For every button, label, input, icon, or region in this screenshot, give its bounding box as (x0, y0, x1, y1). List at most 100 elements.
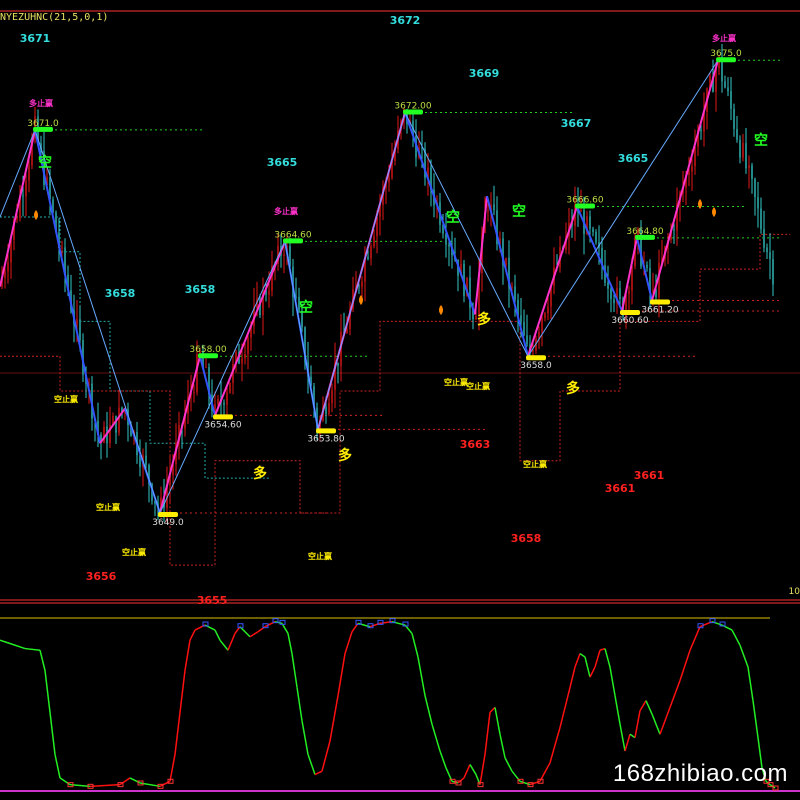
candle-body (595, 231, 597, 243)
flame-icon (439, 305, 443, 315)
pivot-label: 3675.0 (710, 49, 742, 59)
candle-body (736, 128, 738, 140)
level-label: 3658 (185, 283, 216, 296)
candle-body (76, 319, 78, 325)
oscillator-segment (479, 754, 486, 785)
candle-body (523, 321, 525, 336)
level-label: 3671 (20, 32, 51, 45)
candle-body (487, 210, 489, 212)
signal-label: 空止赢 (96, 502, 120, 512)
price-chart: 3671.0 3649.0 3658.00 3654.60 3664.60 3653.80… (0, 10, 800, 792)
zigzag-segment (651, 59, 719, 301)
level-label: 3665 (618, 152, 649, 165)
oscillator-segment (239, 626, 251, 638)
trend-segment (317, 112, 406, 430)
signal-label: 空 (446, 209, 460, 226)
oscillator-segment (337, 653, 346, 696)
candle-body (700, 129, 702, 132)
candle-body (526, 335, 528, 345)
candle-body (610, 288, 612, 300)
signal-label: 空 (38, 154, 52, 171)
level-label: 3672 (390, 14, 421, 27)
oscillator-segment (669, 680, 681, 708)
candle-body (520, 315, 522, 322)
signal-label: 空止赢 (54, 394, 78, 404)
pivot-label: 3661.20 (641, 306, 678, 316)
oscillator-segment (629, 733, 636, 739)
zigzag-segment (527, 206, 578, 357)
oscillator-segment (179, 670, 186, 713)
candle-body (547, 306, 549, 314)
oscillator-segment (549, 727, 561, 764)
oscillator-segment (344, 631, 353, 654)
level-label: 3665 (267, 156, 298, 169)
oscillator-segment (604, 648, 611, 668)
candle-body (370, 246, 372, 259)
oscillator-segment (539, 762, 551, 782)
candle-body (745, 143, 747, 169)
candle-body (766, 247, 768, 253)
candle-body (592, 228, 594, 232)
candle-body (226, 392, 228, 405)
trend-segment (404, 112, 529, 357)
indicator-title: NYEZUHNC(21,5,0,1) (0, 12, 109, 23)
candle-body (772, 259, 774, 285)
signal-label: 多止赢 (712, 33, 736, 43)
zigzag-segment (404, 112, 476, 315)
oscillator-segment (619, 724, 626, 752)
signal-label: 多 (338, 447, 352, 464)
candle-body (760, 208, 762, 230)
oscillator-segment (24, 647, 41, 651)
pivot-label: 3649.0 (152, 518, 184, 528)
candle-body (580, 210, 582, 212)
oscillator-segment (589, 666, 596, 678)
signal-label: 多 (477, 311, 491, 328)
candlesticks (1, 43, 774, 523)
candle-body (733, 108, 735, 129)
oscillator-segment (307, 754, 316, 775)
oscillator-segment (44, 670, 51, 713)
pivot-label: 3664.80 (626, 227, 663, 237)
zigzag-segment (0, 129, 36, 287)
level-label: 3655 (197, 594, 228, 607)
oscillator-segment (567, 666, 576, 696)
oscillator-segment (739, 644, 749, 668)
candle-body (691, 166, 693, 172)
signal-label: 空止赢 (523, 459, 547, 469)
signal-label: 多 (253, 465, 267, 482)
candle-body (646, 264, 648, 268)
flame-icon (698, 199, 702, 209)
oscillator-segment (169, 754, 176, 782)
oscillator-segment (752, 700, 759, 738)
oscillator-segment (219, 639, 229, 651)
candle-body (223, 402, 225, 405)
oscillator-segment (249, 631, 259, 638)
candle-body (337, 362, 339, 366)
oscillator-segment (411, 633, 419, 658)
oscillator-segment (424, 695, 433, 725)
pivot-label: 3664.60 (274, 230, 311, 240)
signal-label: 空止赢 (308, 551, 332, 561)
oscillator-segment (731, 629, 741, 646)
candle-body (268, 290, 270, 295)
candle-body (244, 353, 246, 359)
zigzag-segment (486, 195, 529, 357)
candle-body (730, 91, 732, 109)
candle-body (673, 229, 675, 231)
signal-label: 空止赢 (122, 547, 146, 557)
signal-label: 空 (754, 132, 768, 149)
oscillator-segment (484, 712, 491, 755)
oscillator-segment (463, 764, 471, 779)
oscillator-segment (301, 720, 309, 755)
oscillator-segment (469, 764, 477, 775)
oscillator-segment (39, 650, 46, 671)
pivot-marker (316, 428, 336, 434)
level-label: 3667 (561, 117, 592, 130)
candle-body (61, 247, 63, 249)
candle-body (751, 165, 753, 179)
level-label: 3656 (86, 570, 117, 583)
candle-body (541, 317, 543, 332)
oscillator-segment (659, 707, 671, 735)
oscillator-segment (184, 640, 191, 671)
candle-body (4, 271, 6, 278)
